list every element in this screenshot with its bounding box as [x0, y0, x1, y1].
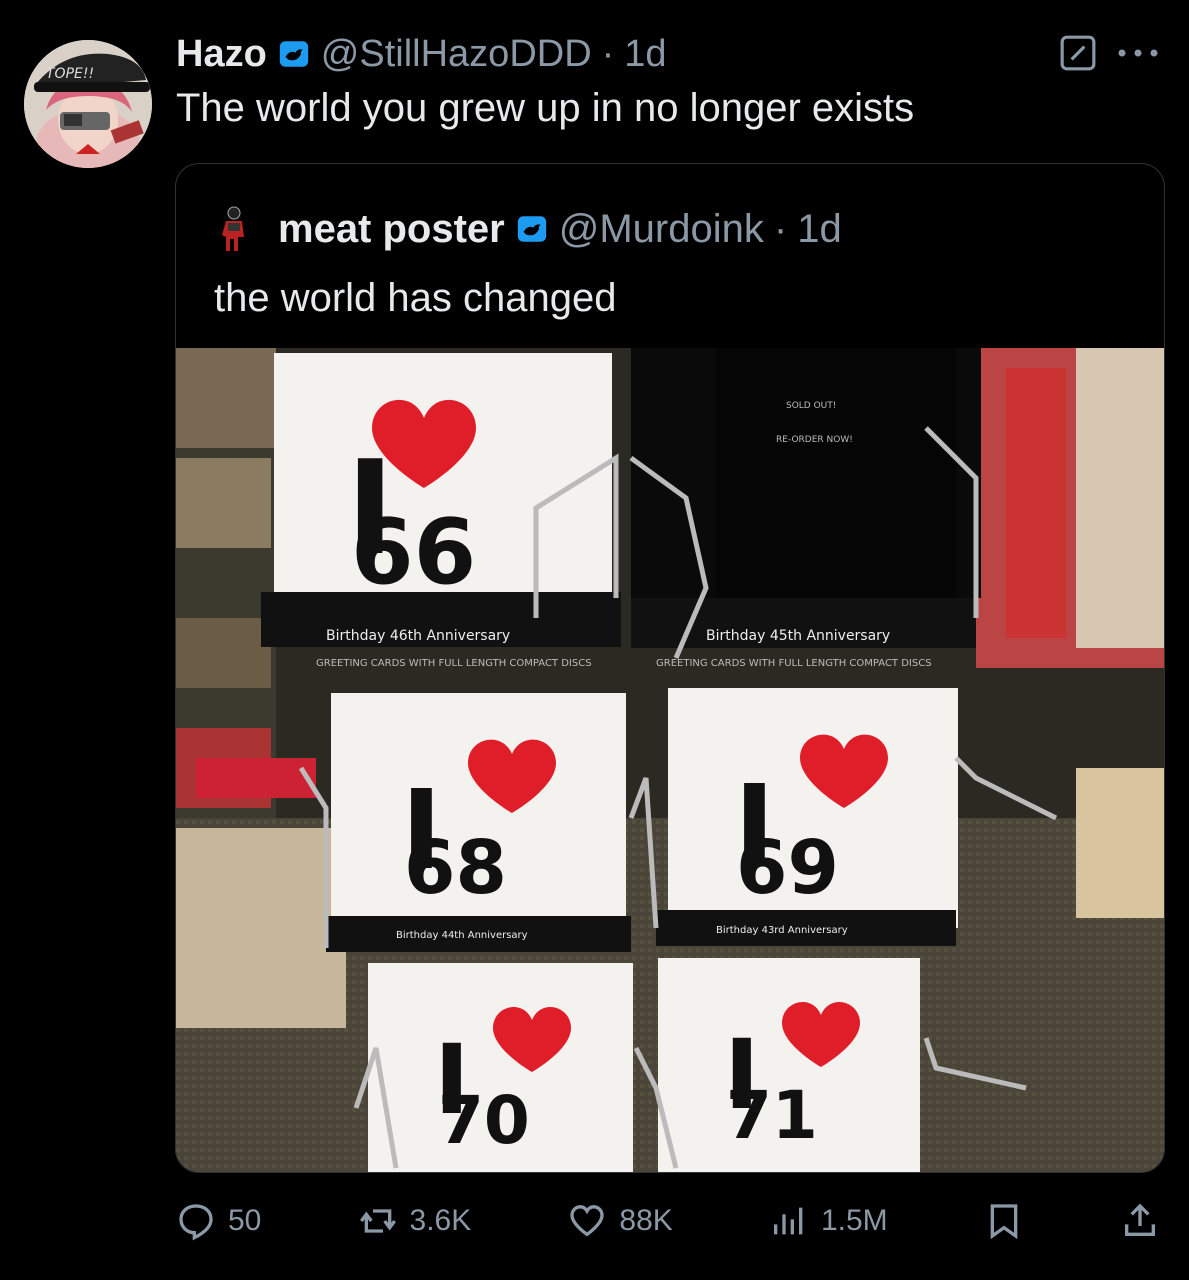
- svg-text:70: 70: [438, 1082, 530, 1159]
- repost-button[interactable]: 3.6K: [358, 1201, 472, 1241]
- more-icon[interactable]: [1115, 43, 1161, 63]
- views-count: 1.5M: [820, 1204, 888, 1237]
- separator-dot: ·: [773, 206, 788, 251]
- strip-sub-right: GREETING CARDS WITH FULL LENGTH COMPACT …: [656, 658, 932, 669]
- quoted-text: the world has changed: [214, 276, 617, 320]
- heart-icon: [570, 1205, 605, 1237]
- separator-dot: ·: [601, 32, 615, 75]
- repost-icon: [359, 1209, 396, 1233]
- quoted-header: meat poster @Murdoink · 1d: [214, 204, 842, 254]
- strip-69: Birthday 43rd Anniversary: [716, 925, 848, 936]
- tweet-header: Hazo @StillHazoDDD · 1d: [176, 28, 667, 80]
- reorder-label: RE-ORDER NOW!: [776, 435, 853, 445]
- card-70: I 70: [368, 963, 633, 1172]
- bookmark-icon: [990, 1204, 1018, 1240]
- card-69: I 69: [668, 688, 958, 928]
- share-icon: [1124, 1203, 1155, 1236]
- share-button[interactable]: [1120, 1201, 1160, 1241]
- action-bar: 50 3.6K 88K 1.5M: [176, 1196, 1160, 1246]
- reply-count: 50: [228, 1204, 262, 1237]
- author-avatar[interactable]: TOPE!!: [24, 40, 152, 168]
- quoted-author-handle[interactable]: @Murdoink: [559, 207, 764, 252]
- author-name[interactable]: Hazo: [176, 33, 267, 76]
- reply-button[interactable]: 50: [176, 1201, 261, 1241]
- verified-badge-icon: [517, 216, 546, 242]
- like-count: 88K: [619, 1204, 673, 1237]
- bookmark-button[interactable]: [984, 1201, 1024, 1241]
- quoted-avatar[interactable]: [214, 205, 254, 253]
- strip-right: Birthday 45th Anniversary: [706, 628, 890, 644]
- card-71: I 71: [658, 958, 920, 1172]
- svg-text:66: 66: [351, 500, 476, 605]
- strip-left: Birthday 46th Anniversary: [326, 628, 510, 644]
- quoted-author-name[interactable]: meat poster: [278, 207, 505, 252]
- reply-icon: [179, 1204, 213, 1241]
- strip-68: Birthday 44th Anniversary: [396, 930, 528, 941]
- views-button[interactable]: 1.5M: [769, 1201, 888, 1241]
- edit-icon[interactable]: [1059, 34, 1097, 72]
- author-handle[interactable]: @StillHazoDDD: [321, 33, 592, 76]
- svg-text:68: 68: [404, 825, 507, 911]
- verified-badge-icon: [279, 41, 308, 67]
- quoted-tweet[interactable]: meat poster @Murdoink · 1d the world has…: [175, 163, 1165, 1173]
- avatar-hat-text: TOPE!!: [46, 66, 94, 82]
- tweet-time[interactable]: 1d: [624, 33, 666, 76]
- quoted-photo[interactable]: I 66 Birthday 46th Anniversary GREETING …: [176, 348, 1164, 1172]
- svg-text:71: 71: [726, 1077, 818, 1154]
- views-icon: [773, 1207, 803, 1235]
- card-68: I 68: [331, 693, 626, 933]
- card-66: I 66: [274, 353, 612, 623]
- quoted-time[interactable]: 1d: [797, 207, 842, 252]
- repost-count: 3.6K: [409, 1204, 472, 1237]
- strip-sub-left: GREETING CARDS WITH FULL LENGTH COMPACT …: [316, 658, 592, 669]
- tweet-text: The world you grew up in no longer exist…: [176, 86, 915, 130]
- like-button[interactable]: 88K: [567, 1201, 673, 1241]
- sold-out-label: SOLD OUT!: [786, 401, 836, 411]
- svg-text:69: 69: [736, 825, 839, 911]
